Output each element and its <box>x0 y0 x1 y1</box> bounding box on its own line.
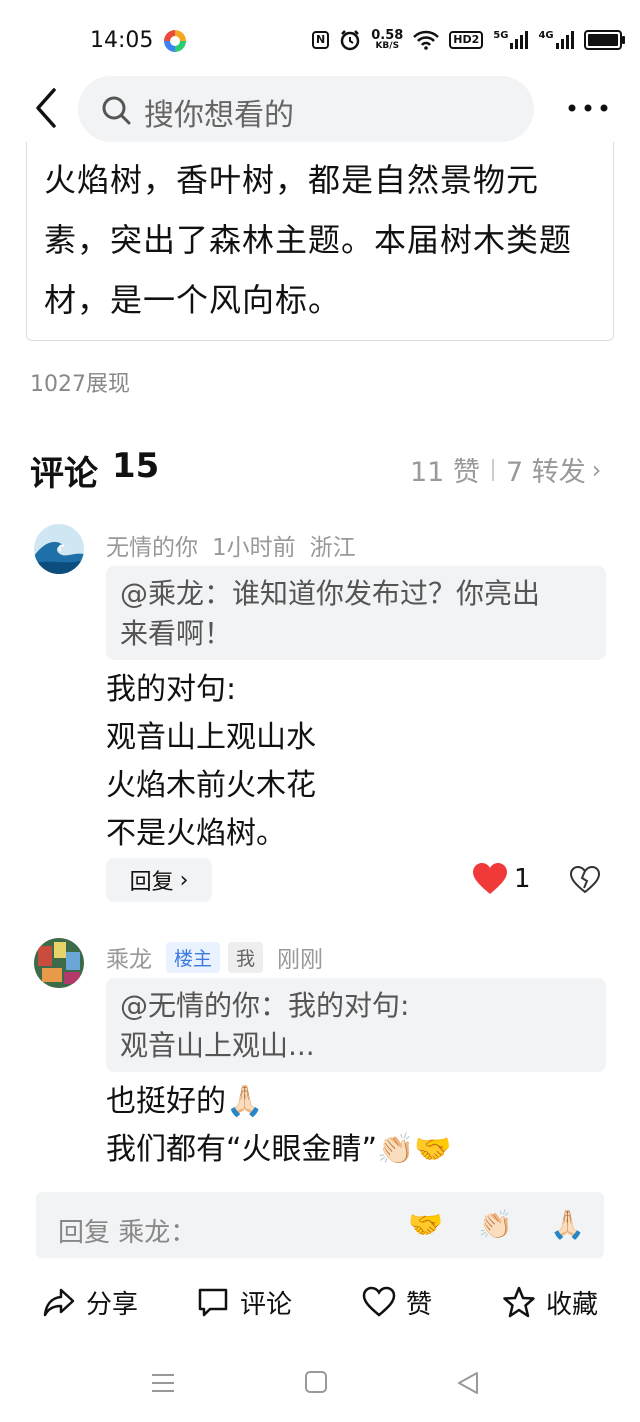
quick-emoji-pray[interactable]: 🙏🏻 <box>550 1208 585 1241</box>
star-icon <box>503 1286 535 1318</box>
comment-line: 火焰木前火木花 <box>106 768 316 803</box>
hd-icon: HD2 <box>449 31 484 49</box>
status-time: 14:05 <box>90 28 154 53</box>
chevron-right-icon: › <box>179 867 189 893</box>
signal-sim1: 5G <box>493 30 529 49</box>
quoted-comment-text: @乘龙：谁知道你发布过？你亮出 来看啊！ <box>106 566 606 662</box>
comment-author[interactable]: 乘龙 <box>106 940 152 974</box>
quote-line: 观音山上观山... <box>120 1029 315 1062</box>
nfc-icon: N <box>312 31 330 49</box>
article-line: 火焰树，香叶树，都是自然景物元 <box>44 161 540 199</box>
sim1-label: 5G <box>493 30 509 41</box>
menu-icon[interactable] <box>150 1370 176 1396</box>
comment-line: 观音山上观山水 <box>106 720 316 755</box>
likes-count: 11 赞 <box>410 457 480 488</box>
quote-line: @乘龙：谁知道你发布过？你亮出 <box>120 577 541 610</box>
search-placeholder: 搜你想看的 <box>144 98 294 133</box>
sim2-label: 4G <box>538 30 554 41</box>
quote-line: @无情的你：我的对句: <box>120 989 410 1022</box>
divider <box>491 458 494 481</box>
comment-time: 1小时前 <box>212 535 296 561</box>
comment-body: 也挺好的🙏🏻 我们都有“火眼金睛”👏🏻🤝 <box>106 1078 452 1174</box>
comment-action[interactable]: 评论 <box>196 1280 292 1324</box>
more-options-icon[interactable] <box>566 100 610 116</box>
status-bar: 14:05 N 0.58 KB/S HD2 5G 4G <box>0 0 640 80</box>
article-line: 素，突出了森林主题。本届树木类题 <box>44 221 573 259</box>
status-icons: N 0.58 KB/S HD2 5G 4G <box>312 26 625 54</box>
broken-heart-icon[interactable] <box>570 866 600 894</box>
home-icon[interactable] <box>304 1370 328 1394</box>
comment-line: 不是火焰树。 <box>106 816 286 851</box>
comment-line: 我们都有“火眼金睛”👏🏻🤝 <box>106 1132 452 1167</box>
net-speed-unit: KB/S <box>375 41 400 51</box>
painting-avatar-icon <box>34 938 84 988</box>
comment-line: 也挺好的🙏🏻 <box>106 1084 264 1119</box>
avatar[interactable] <box>34 938 84 988</box>
net-speed: 0.58 KB/S <box>371 29 403 51</box>
like-label: 赞 <box>406 1289 433 1320</box>
app-notification-icon <box>164 30 186 52</box>
reply-button[interactable]: 回复 › <box>106 858 212 902</box>
signal-sim2: 4G <box>538 30 574 49</box>
comment-body: 我的对句: 观音山上观山水 火焰木前火木花 不是火焰树。 <box>106 666 316 858</box>
system-nav-bar <box>0 1350 640 1422</box>
heart-filled-icon[interactable] <box>472 862 508 896</box>
back-arrow-icon[interactable] <box>28 86 72 130</box>
comment-time: 刚刚 <box>277 947 324 973</box>
avatar[interactable] <box>34 524 84 574</box>
article-text: 火焰树，香叶树，都是自然景物元 素，突出了森林主题。本届树木类题 材，是一个风向… <box>44 150 604 330</box>
alarm-icon <box>340 30 360 51</box>
comment-location: 浙江 <box>309 535 356 561</box>
search-icon <box>102 96 131 125</box>
wifi-icon <box>413 30 440 50</box>
owner-badge: 楼主 <box>166 941 221 973</box>
quick-emoji-clap[interactable]: 👏🏻 <box>478 1208 513 1241</box>
comment-line: 我的对句: <box>106 672 237 707</box>
reply-placeholder: 回复 乘龙： <box>58 1218 197 1248</box>
quoted-comment-text: @无情的你：我的对句: 观音山上观山... <box>106 978 606 1074</box>
comment-like-count: 1 <box>514 864 531 894</box>
like-action[interactable]: 赞 <box>362 1280 432 1324</box>
reposts-count: 7 转发 <box>505 457 586 488</box>
comment-meta: 无情的你 1小时前 浙江 <box>106 528 356 562</box>
me-badge: 我 <box>228 941 264 973</box>
signal-bars-icon <box>510 31 529 49</box>
comments-title: 评论 <box>30 454 98 494</box>
quick-emoji-handshake[interactable]: 🤝 <box>408 1208 443 1241</box>
favorite-label: 收藏 <box>546 1289 599 1320</box>
comment-meta: 乘龙 楼主 我 刚刚 <box>106 940 323 974</box>
chevron-right-icon: › <box>591 455 602 484</box>
post-stats[interactable]: 11 赞 7 转发 › <box>410 450 601 489</box>
comment-author[interactable]: 无情的你 <box>106 528 198 562</box>
article-line: 材，是一个风向标。 <box>44 281 342 319</box>
quoted-comment[interactable]: @乘龙：谁知道你发布过？你亮出 来看啊！ <box>106 566 606 660</box>
reply-button-label: 回复 <box>129 870 174 895</box>
share-label: 分享 <box>86 1289 139 1320</box>
back-triangle-icon[interactable] <box>456 1370 480 1396</box>
comments-count: 15 <box>112 446 160 486</box>
comment-icon <box>198 1288 228 1317</box>
quote-line: 来看啊！ <box>120 617 233 650</box>
comment-label: 评论 <box>240 1289 293 1320</box>
view-count: 1027展现 <box>30 372 130 397</box>
wave-avatar-icon <box>34 524 84 574</box>
favorite-action[interactable]: 收藏 <box>502 1280 598 1324</box>
battery-icon <box>583 30 625 50</box>
share-icon <box>43 1288 75 1317</box>
heart-outline-icon <box>362 1286 396 1317</box>
share-action[interactable]: 分享 <box>42 1280 138 1324</box>
signal-bars-icon <box>555 31 574 49</box>
quoted-comment[interactable]: @无情的你：我的对句: 观音山上观山... <box>106 978 606 1072</box>
